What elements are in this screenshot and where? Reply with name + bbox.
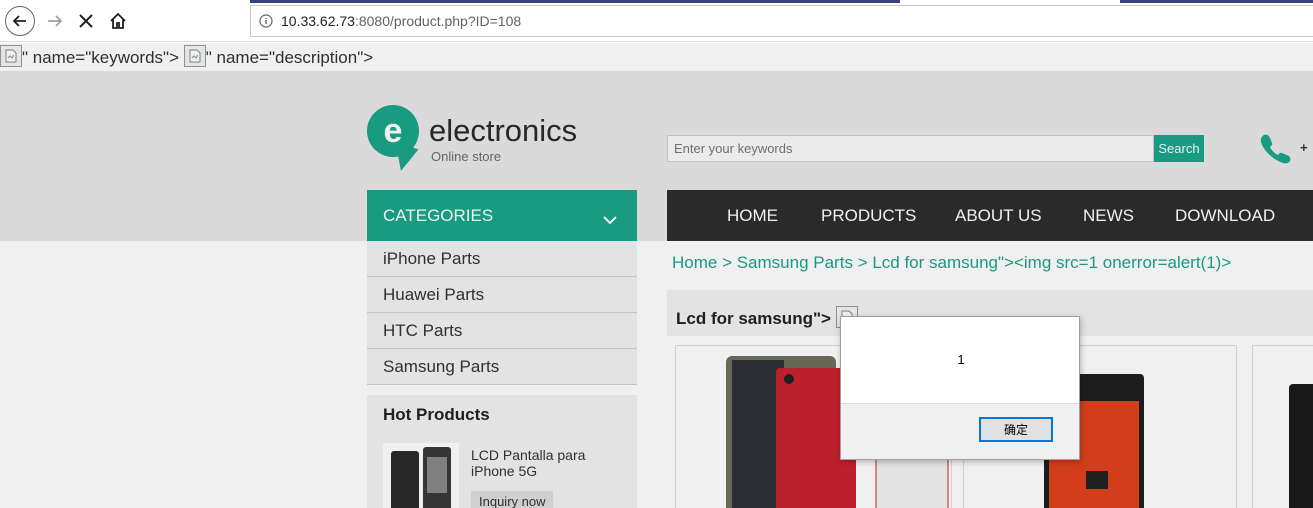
ok-button[interactable]: 确定 (979, 417, 1053, 442)
back-button[interactable] (5, 6, 35, 36)
forward-button[interactable] (40, 6, 70, 36)
close-icon (79, 14, 93, 28)
home-icon (110, 12, 126, 29)
arrow-right-icon (48, 15, 63, 27)
browser-toolbar: 10.33.62.73:8080/product.php?ID=108 (0, 0, 1313, 42)
stop-button[interactable] (71, 6, 101, 36)
web-page: " name="keywords"> " name="description">… (0, 43, 1313, 508)
tab-strip-right (1120, 0, 1313, 3)
modal-dim-overlay (0, 43, 1313, 508)
address-bar[interactable]: 10.33.62.73:8080/product.php?ID=108 (250, 5, 1313, 37)
alert-message: 1 (957, 352, 965, 367)
url-host: 10.33.62.73 (281, 13, 355, 29)
alert-dialog: 1 确定 (840, 316, 1080, 460)
info-icon[interactable] (251, 14, 281, 28)
tab-strip (250, 0, 900, 3)
arrow-left-icon (12, 15, 26, 27)
url-path: :8080/product.php?ID=108 (354, 13, 522, 29)
alert-footer: 确定 (841, 403, 1079, 459)
home-button[interactable] (103, 6, 133, 36)
